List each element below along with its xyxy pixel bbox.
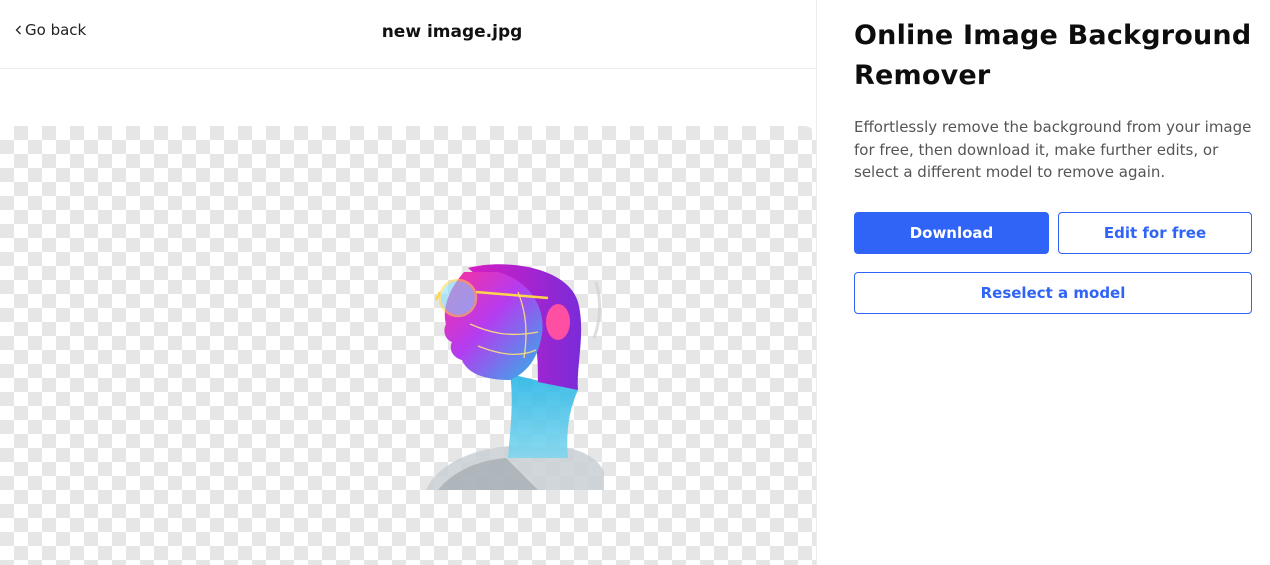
- reselect-model-button[interactable]: Reselect a model: [854, 272, 1252, 314]
- panel-title: Online Image Background Remover: [854, 20, 1252, 91]
- side-panel: Online Image Background Remover Effortle…: [816, 0, 1270, 565]
- file-name-title: new image.jpg: [381, 22, 523, 42]
- panel-description: Effortlessly remove the background from …: [854, 118, 1252, 181]
- edit-for-free-button[interactable]: Edit for free: [1058, 212, 1252, 254]
- image-preview-canvas: [0, 126, 816, 565]
- editor-topbar: Go back new image.jpg: [0, 0, 816, 69]
- editor-area: Go back new image.jpg: [0, 0, 816, 565]
- download-button[interactable]: Download: [854, 212, 1049, 254]
- app: Go back new image.jpg Online Image Backg…: [0, 0, 1270, 565]
- cutout-subject-image: [426, 264, 604, 490]
